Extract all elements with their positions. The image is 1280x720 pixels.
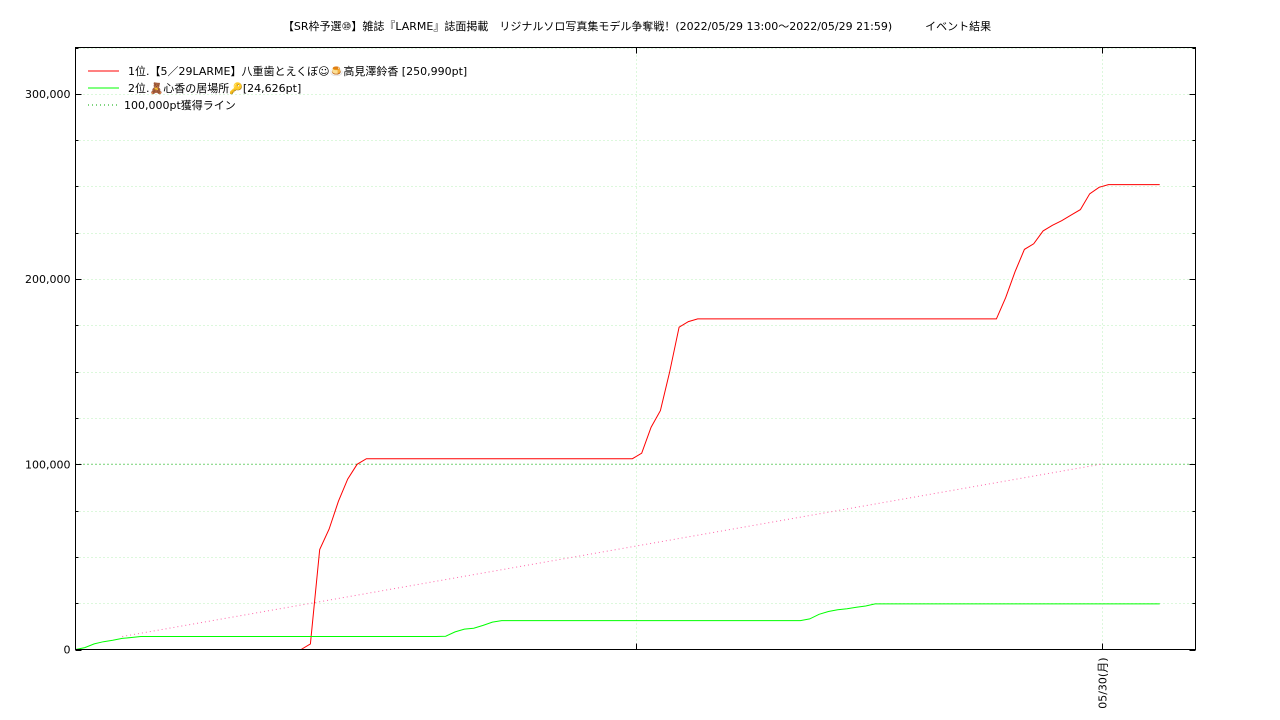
series-lines: [75, 184, 1160, 650]
y-tick-label: 300,000: [25, 88, 71, 101]
axis-ticks: 0 100,000 200,000 300,000 05/30(月): [25, 47, 1196, 709]
plot-frame: [75, 47, 1196, 650]
reference-line: [122, 463, 1101, 637]
series-line: [75, 603, 1160, 650]
legend-label: 2位.🧸心香の居場所🔑[24,626pt]: [128, 81, 301, 95]
y-tick-label: 100,000: [25, 458, 71, 471]
legend-label: 1位.【5／29LARME】八重歯とえくぼ☺🍮高見澤鈴香 [250,990pt]: [128, 64, 467, 78]
legend-label: 100,000pt獲得ライン: [124, 99, 236, 112]
y-tick-label: 0: [64, 644, 71, 657]
grid-lines: [75, 47, 1196, 650]
line-chart: 0 100,000 200,000 300,000 05/30(月) 1位.【5／29L…: [25, 47, 1196, 709]
series-line: [300, 184, 1160, 650]
legend: 1位.【5／29LARME】八重歯とえくぼ☺🍮高見澤鈴香 [250,990pt]…: [88, 64, 467, 112]
x-tick-label: 05/30(月): [1097, 658, 1110, 709]
reference-lines: [75, 463, 1196, 637]
y-tick-label: 200,000: [25, 273, 71, 286]
